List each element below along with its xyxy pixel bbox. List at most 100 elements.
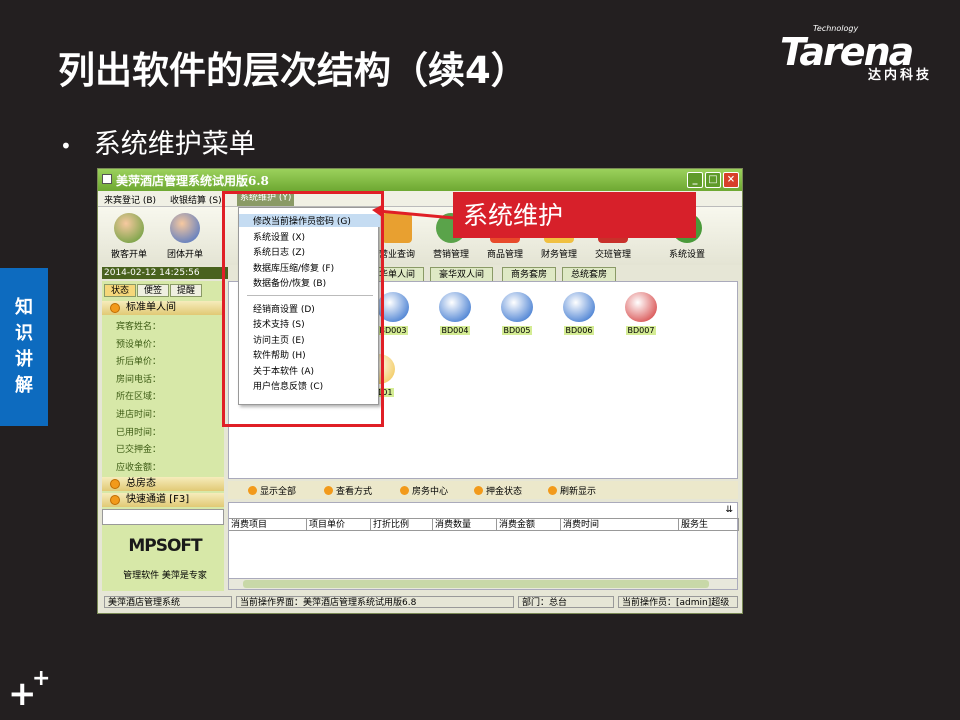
side-tab-char: 解 [15, 375, 33, 396]
room-label: BD007 [625, 326, 657, 335]
status-app: 美萍酒店管理系统 [104, 596, 232, 608]
menu-guest-register[interactable]: 来宾登记 (B) [104, 193, 156, 206]
section-label: 总房态 [126, 478, 156, 489]
refresh-button[interactable]: 刷新显示 [548, 484, 596, 497]
side-tab: 知识讲解 [0, 268, 48, 426]
callout-label: 系统维护 [453, 192, 696, 238]
section-total-status[interactable]: 总房态 [102, 477, 224, 491]
fast-channel-input[interactable] [102, 509, 224, 525]
group-icon [170, 213, 200, 243]
tool-label: 交班管理 [594, 250, 631, 260]
tarena-logo: Technology Tarena 达内科技 [780, 24, 945, 83]
status-screen: 当前操作界面：美萍酒店管理系统试用版6.8 [236, 596, 514, 608]
guest-field-label: 房间电话： [116, 374, 162, 385]
section-icon [110, 479, 120, 489]
table-column-header[interactable]: 消费数量 [433, 519, 497, 531]
table-header: 消费项目 项目单价 打折比例 消费数量 消费金额 消费时间 服务生 [229, 518, 739, 531]
view-mode-icon [324, 486, 333, 495]
section-icon [110, 303, 120, 313]
status-operator: 当前操作员：[admin]超级 [618, 596, 738, 608]
room-tile[interactable]: BD006 [553, 292, 605, 336]
minimize-button[interactable]: _ [687, 172, 703, 188]
tab-notes[interactable]: 便签 [137, 284, 170, 297]
system-menu-icon[interactable] [102, 174, 112, 184]
consumption-table: ⇊ 消费项目 项目单价 打折比例 消费数量 消费金额 消费时间 服务生 [228, 502, 739, 588]
guest-field-label: 所在区域： [116, 392, 162, 403]
tab-room-business[interactable]: 商务套房 [502, 267, 557, 281]
show-all-button[interactable]: 显示全部 [248, 484, 296, 497]
tool-group[interactable]: 团体开单 [158, 209, 212, 265]
deposit-status-button[interactable]: 押金状态 [474, 484, 522, 497]
section-label: 标准单人间 [126, 302, 176, 313]
maximize-button[interactable]: □ [705, 172, 721, 188]
bullet-dot-icon: • [60, 133, 72, 158]
close-button[interactable]: × [723, 172, 739, 188]
view-mode-button[interactable]: 查看方式 [324, 484, 372, 497]
highlight-box [222, 191, 384, 427]
action-bar: 显示全部 查看方式 房务中心 押金状态 刷新显示 [228, 481, 738, 499]
guest-field-label: 已用时间： [116, 427, 162, 438]
window-titlebar: 美萍酒店管理系统试用版6.8 _ □ × [98, 169, 742, 191]
horizontal-scrollbar[interactable] [228, 578, 738, 590]
guest-field-label: 预设单价： [116, 339, 162, 350]
tool-label: 财务管理 [540, 250, 577, 260]
deposit-icon [474, 486, 483, 495]
tool-label: 营销管理 [432, 250, 469, 260]
table-column-header[interactable]: 消费时间 [561, 519, 679, 531]
table-column-header[interactable]: 消费金额 [497, 519, 561, 531]
menu-checkout[interactable]: 收银结算 (S) [170, 193, 222, 206]
room-icon [625, 292, 657, 322]
room-label: BD005 [501, 326, 533, 335]
section-label: 快速通道 [F3] [126, 494, 190, 505]
room-icon [439, 292, 471, 322]
guest-field-label: 宾客姓名： [116, 322, 162, 332]
bullet-item: • 系统维护菜单 [60, 122, 256, 161]
side-tab-char: 知 [15, 297, 33, 318]
guest-field-label: 进店时间： [116, 410, 162, 420]
person-icon [114, 213, 144, 243]
table-column-header[interactable]: 消费项目 [229, 519, 307, 531]
mpsoft-logo: MPSOFT [128, 536, 202, 556]
left-panel: 状态 便签 提醒 标准单人间 宾客姓名： 预设单价： 折后单价： 房间电话： 所在区域： 进店… [102, 281, 224, 591]
tool-label: 团体开单 [166, 250, 203, 260]
callout-arrow-icon [372, 204, 455, 220]
tab-room-deluxe-double[interactable]: 豪华双人间 [430, 267, 494, 281]
room-service-icon [400, 486, 409, 495]
section-icon [110, 495, 120, 505]
mpsoft-tagline: 管理软件 美萍是专家 [123, 571, 207, 581]
side-tab-char: 识 [15, 323, 33, 344]
table-collapse-icon[interactable]: ⇊ [725, 505, 733, 515]
room-tile[interactable]: BD004 [429, 292, 481, 336]
tab-reminder[interactable]: 提醒 [170, 284, 203, 297]
status-department: 部门：总台 [518, 596, 614, 608]
window-title: 美萍酒店管理系统试用版6.8 [116, 174, 269, 188]
table-column-header[interactable]: 打折比例 [371, 519, 433, 531]
room-label: BD006 [563, 326, 595, 335]
room-icon [501, 292, 533, 322]
guest-field-label: 已交押金： [116, 445, 162, 456]
side-tab-char: 讲 [15, 349, 33, 370]
scroll-thumb[interactable] [243, 580, 709, 588]
table-column-header[interactable]: 服务生 [679, 519, 739, 531]
tool-label: 商品管理 [486, 250, 523, 260]
room-tile[interactable]: BD005 [491, 292, 543, 336]
tool-label: 系统设置 [668, 250, 705, 260]
guest-field-label: 应收金额： [116, 462, 162, 473]
tab-status[interactable]: 状态 [104, 284, 137, 297]
tool-walkin[interactable]: 散客开单 [102, 209, 156, 265]
tool-label: 散客开单 [110, 250, 147, 260]
guest-field-label: 折后单价： [116, 357, 162, 368]
logo-subtitle: 达内科技 [868, 68, 933, 83]
slide-title: 列出软件的层次结构（续4） [58, 49, 528, 92]
bullet-text: 系统维护菜单 [93, 129, 256, 160]
show-all-icon [248, 486, 257, 495]
section-fast-channel[interactable]: 快速通道 [F3] [102, 493, 224, 507]
section-standard-room[interactable]: 标准单人间 [102, 301, 224, 315]
refresh-icon [548, 486, 557, 495]
room-service-button[interactable]: 房务中心 [400, 484, 448, 497]
room-tile[interactable]: BD007 [615, 292, 667, 336]
datetime-display: 2014-02-12 14:25:56 [102, 267, 228, 279]
room-label: BD004 [439, 326, 471, 335]
table-column-header[interactable]: 项目单价 [307, 519, 371, 531]
tab-room-presidential[interactable]: 总统套房 [562, 267, 617, 281]
